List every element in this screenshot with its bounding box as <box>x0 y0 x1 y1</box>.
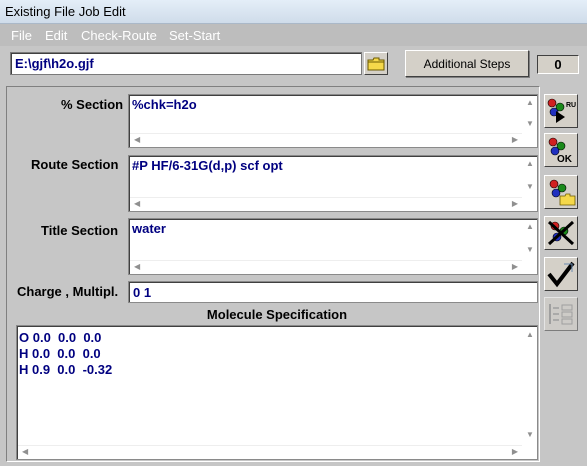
molecule-spec-header: Molecule Specification <box>206 307 348 322</box>
cancel-icon <box>547 220 575 246</box>
route-section-label: Route Section <box>31 157 119 172</box>
route-vscrollbar[interactable]: ▲ ▼ <box>522 157 536 195</box>
scroll-up-icon[interactable]: ▲ <box>526 223 534 231</box>
scroll-down-icon[interactable]: ▼ <box>526 183 534 191</box>
scroll-down-icon[interactable]: ▼ <box>526 431 534 439</box>
scroll-left-icon[interactable]: ◀ <box>134 136 140 144</box>
file-path-field[interactable] <box>10 52 362 75</box>
scroll-down-icon[interactable]: ▼ <box>526 246 534 254</box>
scroll-right-icon[interactable]: ▶ <box>512 136 518 144</box>
molecule-spec-textarea[interactable]: O 0.0 0.0 0.0 H 0.0 0.0 0.0 H 0.9 0.0 -0… <box>16 325 538 460</box>
steps-icon <box>549 304 573 325</box>
save-button[interactable] <box>544 175 578 209</box>
scroll-left-icon[interactable]: ◀ <box>22 448 28 456</box>
file-toolbar: Additional Steps 0 <box>0 46 587 84</box>
route-section-textarea[interactable]: #P HF/6-31G(d,p) scf opt ▲ ▼ ◀ ▶ <box>128 155 538 212</box>
molecule-vscrollbar[interactable]: ▲ ▼ <box>522 327 536 443</box>
file-path-input[interactable] <box>11 53 361 74</box>
scroll-down-icon[interactable]: ▼ <box>526 120 534 128</box>
scroll-right-icon[interactable]: ▶ <box>512 263 518 271</box>
ok-button[interactable]: OK <box>544 133 578 167</box>
save-icon <box>549 179 576 206</box>
menu-check-route[interactable]: Check-Route <box>81 28 157 43</box>
title-hscrollbar[interactable]: ◀ ▶ <box>130 260 522 273</box>
title-section-textarea[interactable]: water ▲ ▼ ◀ ▶ <box>128 218 538 275</box>
run-icon: RUN <box>547 98 576 123</box>
menu-bar: File Edit Check-Route Set-Start <box>0 24 587 46</box>
steps-button[interactable] <box>544 297 578 331</box>
percent-section-label: % Section <box>61 97 124 112</box>
charge-multiplicity-input[interactable] <box>129 282 537 302</box>
charge-multiplicity-field[interactable] <box>128 281 538 303</box>
folder-icon <box>367 57 385 70</box>
scroll-right-icon[interactable]: ▶ <box>512 200 518 208</box>
scroll-right-icon[interactable]: ▶ <box>512 448 518 456</box>
menu-edit[interactable]: Edit <box>45 28 67 43</box>
step-count-display: 0 <box>537 55 579 74</box>
ok-icon: OK <box>548 137 573 164</box>
scroll-up-icon[interactable]: ▲ <box>526 99 534 107</box>
run-button[interactable]: RUN <box>544 94 578 128</box>
check-icon <box>547 261 575 288</box>
title-section-label: Title Section <box>41 223 119 238</box>
scroll-up-icon[interactable]: ▲ <box>526 160 534 168</box>
scroll-left-icon[interactable]: ◀ <box>134 200 140 208</box>
run-glyph: RUN <box>566 102 576 109</box>
route-hscrollbar[interactable]: ◀ ▶ <box>130 197 522 210</box>
percent-section-textarea[interactable]: %chk=h2o ▲ ▼ ◀ ▶ <box>128 94 538 148</box>
browse-folder-button[interactable] <box>364 52 388 75</box>
percent-vscrollbar[interactable]: ▲ ▼ <box>522 96 536 132</box>
charge-multiplicity-label: Charge , Multipl. <box>17 284 119 299</box>
window-title: Existing File Job Edit <box>5 4 126 19</box>
cancel-button[interactable] <box>544 216 578 250</box>
ok-glyph: OK <box>557 154 573 164</box>
check-button[interactable] <box>544 257 578 291</box>
menu-set-start[interactable]: Set-Start <box>169 28 220 43</box>
additional-steps-button[interactable]: Additional Steps <box>405 50 529 77</box>
scroll-up-icon[interactable]: ▲ <box>526 331 534 339</box>
percent-hscrollbar[interactable]: ◀ ▶ <box>130 133 522 146</box>
window-titlebar: Existing File Job Edit <box>0 0 587 24</box>
scroll-left-icon[interactable]: ◀ <box>134 263 140 271</box>
title-vscrollbar[interactable]: ▲ ▼ <box>522 220 536 258</box>
menu-file[interactable]: File <box>11 28 32 43</box>
molecule-hscrollbar[interactable]: ◀ ▶ <box>18 445 522 458</box>
